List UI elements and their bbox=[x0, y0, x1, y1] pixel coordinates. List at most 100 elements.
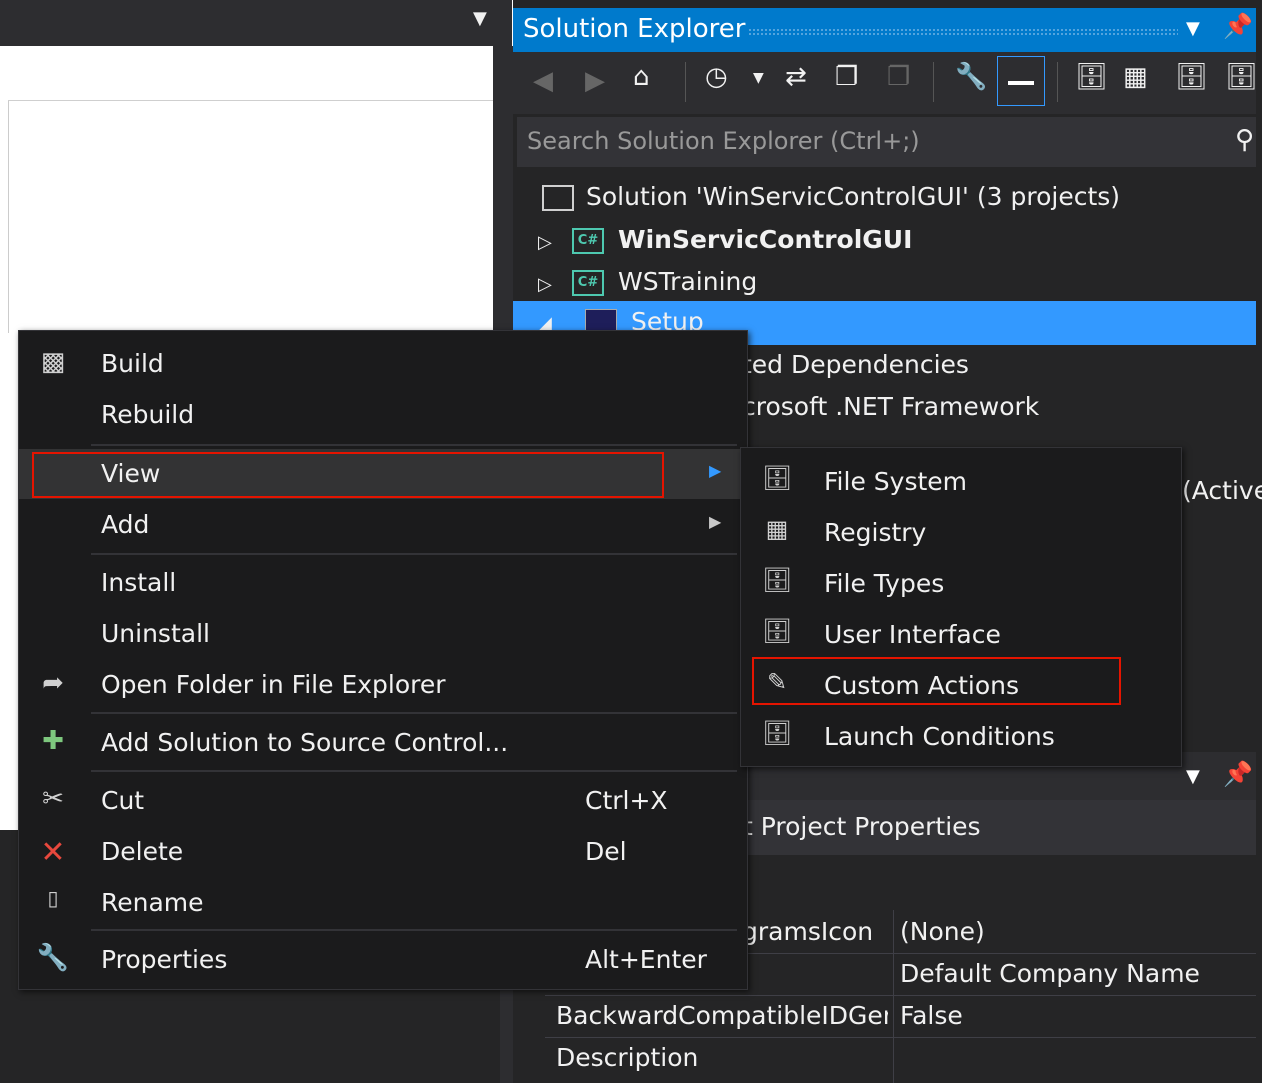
menu-item-label: Rebuild bbox=[101, 400, 195, 429]
property-name: Description bbox=[556, 1043, 699, 1072]
submenu-item-label: File System bbox=[824, 467, 968, 496]
expand-triangle-icon[interactable]: ▷ bbox=[538, 232, 572, 253]
chevron-down-icon[interactable]: ▼ bbox=[1186, 18, 1200, 39]
history-icon[interactable]: ◷ bbox=[705, 62, 728, 92]
delete-x-icon: ✕ bbox=[40, 835, 66, 870]
menu-item-label: Uninstall bbox=[101, 619, 210, 648]
submenu-item-label: File Types bbox=[824, 569, 945, 598]
menu-item-shortcut: Alt+Enter bbox=[585, 945, 707, 974]
submenu-item-label: Registry bbox=[824, 518, 927, 547]
property-name: gramsIcon bbox=[742, 917, 874, 946]
tree-item-label: WinServicControlGUI bbox=[618, 225, 913, 254]
chevron-down-icon[interactable]: ▼ bbox=[473, 8, 487, 29]
user-interface-icon: 🗄 bbox=[761, 617, 793, 645]
dropdown-icon[interactable]: ▼ bbox=[753, 70, 764, 86]
submenu-item-file-types[interactable]: 🗄 File Types bbox=[741, 558, 1181, 609]
menu-item-label: Add bbox=[101, 510, 150, 539]
registry-icon[interactable]: ▦ bbox=[1123, 62, 1148, 92]
tree-item-label: (Active bbox=[1182, 476, 1262, 505]
file-types-icon[interactable]: 🗄 bbox=[1175, 62, 1208, 92]
back-icon[interactable]: ◀ bbox=[533, 66, 553, 96]
menu-item-cut[interactable]: ✂ Cut Ctrl+X bbox=[19, 776, 747, 826]
open-folder-arrow-icon: ➦ bbox=[42, 668, 64, 698]
menu-separator bbox=[91, 929, 737, 931]
editor-tab-strip: ▼ bbox=[0, 0, 512, 46]
forward-icon[interactable]: ▶ bbox=[585, 66, 605, 96]
solution-explorer-titlebar: Solution Explorer ▼ 📌 bbox=[513, 8, 1256, 52]
solution-explorer-toolbar: ◀ ▶ ⌂ ◷ ▼ ⇄ ❐ ❐ 🔧 🗄 ▦ 🗄 🗄 bbox=[513, 52, 1258, 114]
menu-item-install[interactable]: Install bbox=[19, 558, 747, 608]
search-input[interactable]: Search Solution Explorer (Ctrl+;) bbox=[527, 127, 920, 155]
tree-item-wstraining[interactable]: ▷ C# WSTraining bbox=[538, 267, 757, 296]
menu-item-properties[interactable]: 🔧 Properties Alt+Enter bbox=[19, 935, 747, 985]
submenu-item-label: User Interface bbox=[824, 620, 1001, 649]
menu-item-uninstall[interactable]: Uninstall bbox=[19, 609, 747, 659]
menu-item-label: Rename bbox=[101, 888, 204, 917]
tree-item-label: crosoft .NET Framework bbox=[742, 392, 1040, 421]
menu-item-label: Open Folder in File Explorer bbox=[101, 670, 446, 699]
menu-separator bbox=[91, 770, 737, 772]
submenu-item-launch-conditions[interactable]: 🗄 Launch Conditions bbox=[741, 711, 1181, 762]
tree-item-winservicecontrolgui[interactable]: ▷ C# WinServicControlGUI bbox=[538, 225, 912, 254]
search-box[interactable]: Search Solution Explorer (Ctrl+;) ⚲ bbox=[517, 117, 1256, 167]
sync-icon[interactable]: ⇄ bbox=[785, 62, 807, 92]
submenu-item-registry[interactable]: ▦ Registry bbox=[741, 507, 1181, 558]
menu-separator bbox=[91, 712, 737, 714]
view-submenu: 🗄 File System ▦ Registry 🗄 File Types 🗄 … bbox=[740, 447, 1182, 767]
menu-item-build[interactable]: ▩ Build bbox=[19, 339, 747, 389]
submenu-item-file-system[interactable]: 🗄 File System bbox=[741, 456, 1181, 507]
file-types-icon: 🗄 bbox=[761, 566, 793, 594]
pin-icon[interactable]: 📌 bbox=[1223, 760, 1253, 788]
rename-icon: ▯ bbox=[47, 886, 59, 910]
expand-triangle-icon[interactable]: ▷ bbox=[538, 274, 572, 295]
tree-item-net-framework[interactable]: crosoft .NET Framework bbox=[742, 392, 1039, 421]
wrench-icon: 🔧 bbox=[36, 943, 70, 973]
csharp-project-icon: C# bbox=[572, 270, 604, 296]
file-system-icon: 🗄 bbox=[761, 464, 793, 492]
wrench-icon[interactable]: 🔧 bbox=[955, 62, 987, 92]
pin-icon[interactable]: 📌 bbox=[1223, 12, 1253, 40]
tree-item-solution[interactable]: Solution 'WinServicControlGUI' (3 projec… bbox=[542, 182, 1120, 211]
editor-header-bar bbox=[8, 53, 493, 101]
build-icon: ▩ bbox=[40, 347, 66, 377]
registry-icon: ▦ bbox=[765, 515, 789, 543]
menu-item-label: Cut bbox=[101, 786, 145, 815]
preview-toggle-button[interactable] bbox=[997, 56, 1045, 106]
chevron-down-icon[interactable]: ▼ bbox=[1186, 766, 1200, 787]
property-value[interactable]: (None) bbox=[900, 917, 985, 946]
submenu-arrow-icon: ▶ bbox=[709, 512, 722, 531]
file-system-icon[interactable]: 🗄 bbox=[1075, 62, 1108, 92]
tree-item-label: Solution 'WinServicControlGUI' (3 projec… bbox=[586, 182, 1121, 211]
submenu-item-user-interface[interactable]: 🗄 User Interface bbox=[741, 609, 1181, 660]
tree-item-active-output[interactable]: (Active bbox=[1182, 476, 1262, 505]
menu-item-open-folder[interactable]: ➦ Open Folder in File Explorer bbox=[19, 660, 747, 710]
property-value[interactable]: Default Company Name bbox=[900, 959, 1200, 988]
collapse-all-icon[interactable]: ❐ bbox=[835, 62, 858, 92]
scissors-icon: ✂ bbox=[42, 784, 64, 814]
solution-icon bbox=[542, 185, 574, 211]
tree-item-label: ted Dependencies bbox=[742, 350, 969, 379]
search-icon[interactable]: ⚲ bbox=[1235, 125, 1254, 155]
context-menu: ▩ Build Rebuild View ▶ Add ▶ Install Uni… bbox=[18, 330, 748, 990]
user-interface-icon[interactable]: 🗄 bbox=[1225, 62, 1258, 92]
title-grip bbox=[748, 28, 1178, 36]
menu-item-rename[interactable]: ▯ Rename bbox=[19, 878, 747, 928]
menu-item-add[interactable]: Add ▶ bbox=[19, 500, 747, 550]
tree-item-dependencies[interactable]: ted Dependencies bbox=[742, 350, 969, 379]
menu-item-add-source-control[interactable]: ✚ Add Solution to Source Control... bbox=[19, 718, 747, 768]
launch-conditions-icon: 🗄 bbox=[761, 719, 793, 747]
property-value[interactable]: False bbox=[900, 1001, 963, 1030]
show-all-files-icon[interactable]: ❐ bbox=[887, 62, 910, 92]
menu-item-shortcut: Ctrl+X bbox=[585, 786, 668, 815]
view-highlight-box bbox=[32, 452, 664, 498]
menu-item-label: Build bbox=[101, 349, 164, 378]
menu-item-delete[interactable]: ✕ Delete Del bbox=[19, 827, 747, 877]
submenu-arrow-icon: ▶ bbox=[709, 461, 722, 480]
minus-icon bbox=[1008, 81, 1034, 85]
submenu-item-label: Launch Conditions bbox=[824, 722, 1055, 751]
source-control-icon: ✚ bbox=[42, 726, 64, 756]
home-icon[interactable]: ⌂ bbox=[633, 62, 650, 92]
menu-separator bbox=[91, 553, 737, 555]
menu-item-rebuild[interactable]: Rebuild bbox=[19, 390, 747, 440]
menu-item-label: Install bbox=[101, 568, 177, 597]
